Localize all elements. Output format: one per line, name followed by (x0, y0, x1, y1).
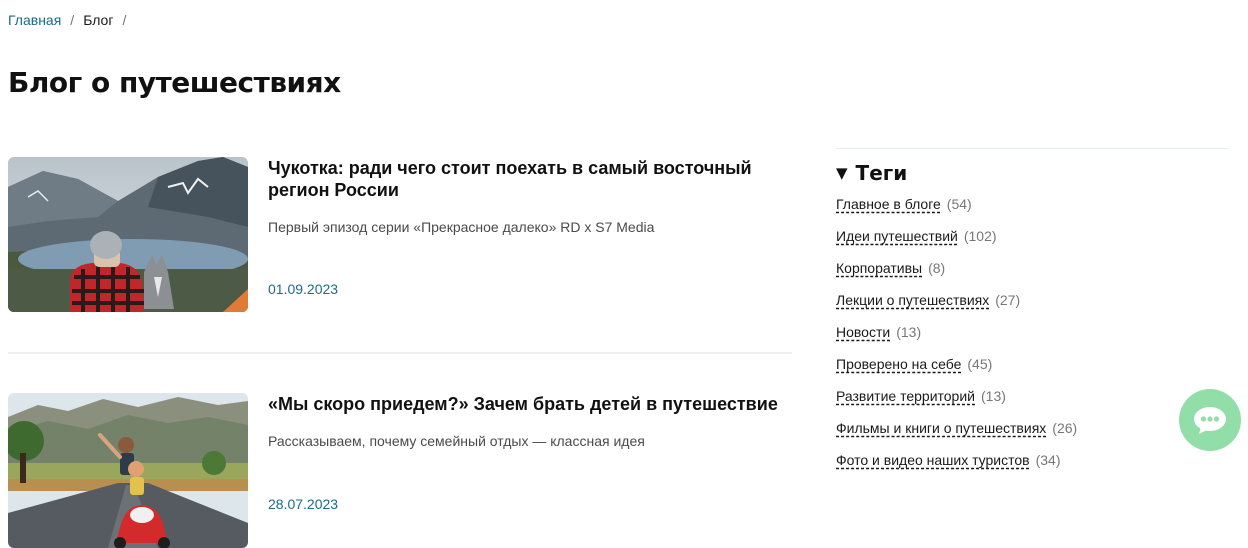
post-description: Рассказываем, почему семейный отдых — кл… (268, 433, 645, 449)
tag-count: (45) (967, 356, 993, 372)
post-card: Чукотка: ради чего стоит поехать в самый… (8, 157, 792, 317)
tag-link[interactable]: Корпоративы (836, 260, 922, 276)
tag-item: Фильмы и книги о путешествиях (26) (836, 420, 1236, 452)
tag-link[interactable]: Развитие территорий (836, 388, 975, 404)
tag-link[interactable]: Новости (836, 324, 890, 340)
triangle-down-icon: ▼ (836, 164, 848, 182)
post-title[interactable]: «Мы скоро приедем?» Зачем брать детей в … (268, 393, 788, 415)
tag-item: Идеи путешествий (102) (836, 228, 1236, 260)
breadcrumb-separator: / (122, 12, 127, 28)
divider (8, 352, 792, 354)
tag-item: Развитие территорий (13) (836, 388, 1236, 420)
post-image-chukotka[interactable] (8, 157, 248, 312)
tag-count: (8) (928, 260, 946, 276)
post-image-graphic (8, 157, 248, 312)
tag-link[interactable]: Фото и видео наших туристов (836, 452, 1030, 468)
chat-bubble-icon (1194, 407, 1226, 434)
breadcrumb-home-link[interactable]: Главная (8, 12, 61, 28)
tag-link[interactable]: Фильмы и книги о путешествиях (836, 420, 1046, 436)
post-description: Первый эпизод серии «Прекрасное далеко» … (268, 219, 655, 235)
tag-item: Фото и видео наших туристов (34) (836, 452, 1236, 484)
tags-panel: ▼ Теги Главное в блоге (54) Идеи путешес… (836, 161, 1236, 484)
tag-item: Корпоративы (8) (836, 260, 1236, 292)
tag-link[interactable]: Лекции о путешествиях (836, 292, 989, 308)
tag-count: (13) (896, 324, 922, 340)
divider (836, 148, 1229, 149)
post-image-graphic (8, 393, 248, 548)
tag-count: (54) (946, 196, 972, 212)
chat-button[interactable] (1179, 389, 1241, 451)
breadcrumb-current: Блог (83, 12, 114, 28)
tags-heading: Теги (855, 161, 908, 185)
page-title: Блог о путешествиях (8, 66, 341, 99)
tag-link[interactable]: Идеи путешествий (836, 228, 958, 244)
tag-link[interactable]: Главное в блоге (836, 196, 941, 212)
tag-count: (27) (995, 292, 1021, 308)
post-card: «Мы скоро приедем?» Зачем брать детей в … (8, 393, 792, 548)
breadcrumb-separator: / (70, 12, 75, 28)
tag-count: (13) (981, 388, 1006, 404)
breadcrumb: Главная / Блог / (8, 12, 126, 28)
post-date: 01.09.2023 (268, 281, 339, 297)
tag-link[interactable]: Проверено на себе (836, 356, 961, 372)
post-date: 28.07.2023 (268, 496, 339, 512)
tag-item: Проверено на себе (45) (836, 356, 1236, 388)
tag-count: (34) (1035, 452, 1061, 468)
tag-item: Главное в блоге (54) (836, 196, 1236, 228)
post-title[interactable]: Чукотка: ради чего стоит поехать в самый… (268, 157, 788, 201)
tag-count: (26) (1052, 420, 1078, 436)
post-image-kids-travel[interactable] (8, 393, 248, 548)
tags-toggle[interactable]: ▼ Теги (836, 161, 1236, 185)
tag-item: Лекции о путешествиях (27) (836, 292, 1236, 324)
tag-count: (102) (963, 228, 997, 244)
tag-item: Новости (13) (836, 324, 1236, 356)
